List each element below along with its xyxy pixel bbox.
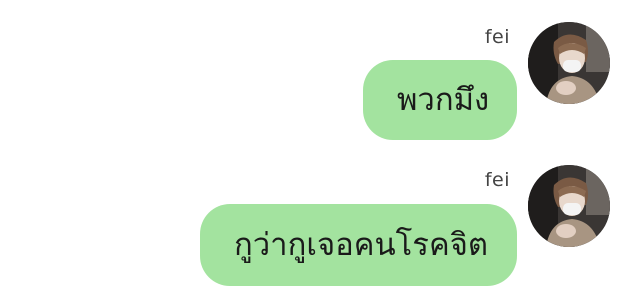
avatar[interactable] [528, 165, 610, 247]
chat-message: fei กูว่ากูเจอคนโรคจิต [0, 157, 640, 297]
sender-name: fei [484, 169, 510, 191]
sender-name: fei [484, 26, 510, 48]
profile-photo-icon [528, 22, 610, 104]
chat-message: fei พวกมึง [0, 14, 640, 154]
avatar[interactable] [528, 22, 610, 104]
profile-photo-icon [528, 165, 610, 247]
message-bubble[interactable]: กูว่ากูเจอคนโรคจิต [200, 204, 517, 286]
message-bubble[interactable]: พวกมึง [363, 60, 517, 140]
